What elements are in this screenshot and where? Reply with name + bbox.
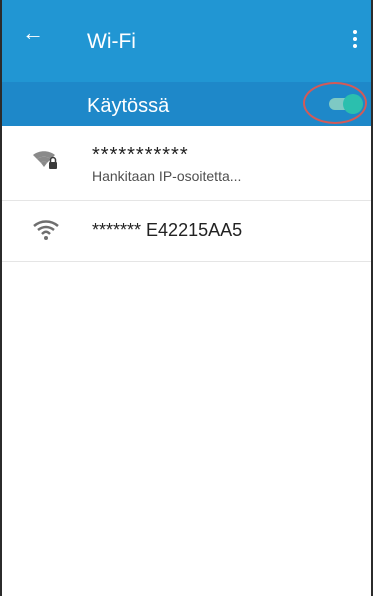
wifi-master-switch-bar: Käytössä xyxy=(2,82,371,126)
network-item[interactable]: ******* E42215AA5 xyxy=(2,201,371,262)
highlight-circle xyxy=(303,82,367,124)
wifi-lock-icon xyxy=(33,151,57,169)
network-ssid: *********** xyxy=(92,144,189,166)
more-options-button[interactable] xyxy=(351,30,359,54)
network-ssid: ******* E42215AA5 xyxy=(92,220,243,240)
wifi-switch-label: Käytössä xyxy=(87,95,170,117)
phone-frame: ← Wi-Fi Käytössä *********** Hankitaan I… xyxy=(0,0,373,596)
page-title: Wi-Fi xyxy=(87,30,136,53)
network-status: Hankitaan IP-osoitetta... xyxy=(92,168,242,184)
app-bar: ← Wi-Fi xyxy=(2,0,371,82)
more-vert-icon xyxy=(353,30,357,34)
back-button[interactable]: ← xyxy=(22,22,46,46)
network-item[interactable]: *********** Hankitaan IP-osoitetta... xyxy=(2,126,371,201)
wifi-icon xyxy=(33,220,59,240)
arrow-left-icon: ← xyxy=(22,20,44,45)
